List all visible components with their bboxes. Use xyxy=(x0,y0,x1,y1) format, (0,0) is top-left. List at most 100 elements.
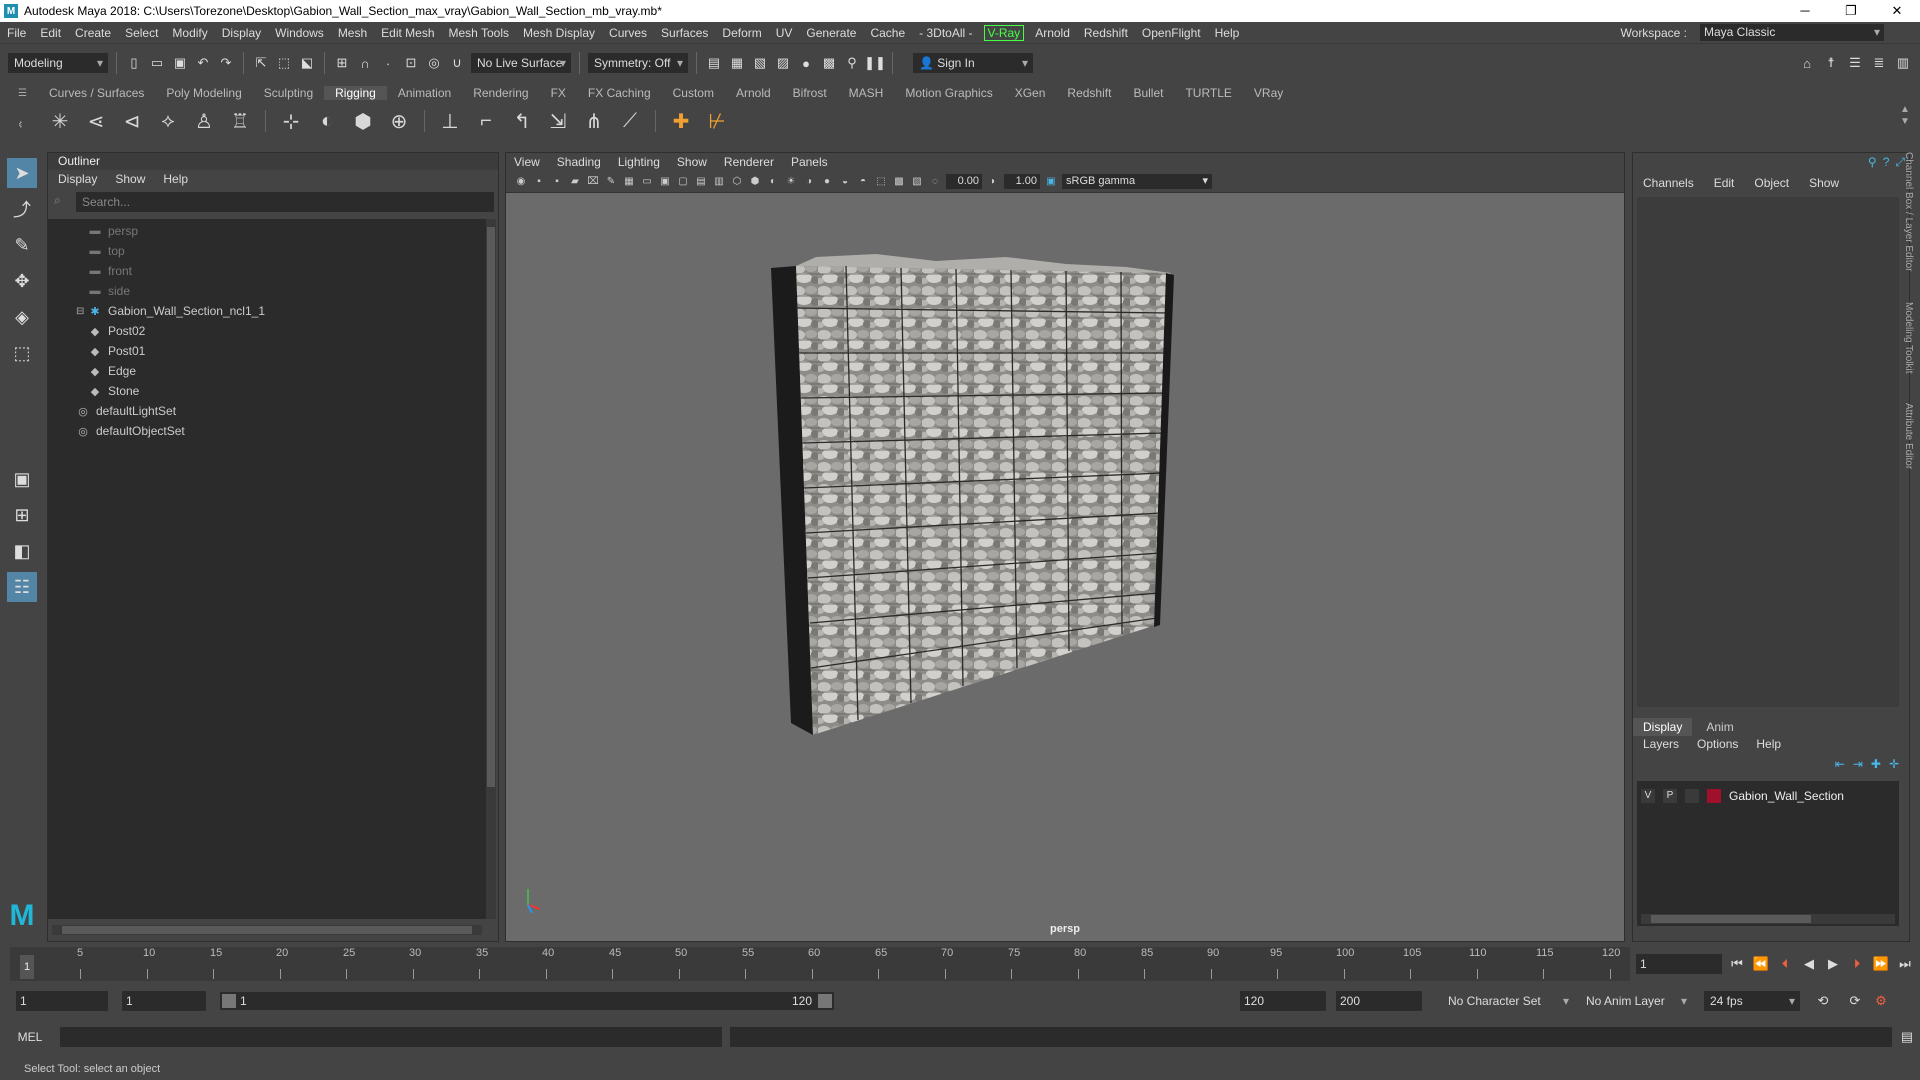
joint-tool-icon[interactable]: ✳ xyxy=(46,107,74,135)
paint-select-icon[interactable]: ✎ xyxy=(7,230,37,260)
layer-color-swatch[interactable] xyxy=(1707,789,1721,803)
tree-item-post01[interactable]: ◆ Post01 xyxy=(62,341,486,361)
menu-create[interactable]: Create xyxy=(68,26,118,40)
playback-end-field[interactable]: 120 xyxy=(1240,991,1326,1011)
play-backwards-icon[interactable]: ◀ xyxy=(1800,955,1818,973)
outliner-menu-show[interactable]: Show xyxy=(115,172,145,186)
tree-item-default-light-set[interactable]: ◎ defaultLightSet xyxy=(62,401,486,421)
light-editor-icon[interactable]: ⚲ xyxy=(843,54,861,72)
wrap-icon[interactable]: ⊕ xyxy=(385,107,413,135)
select-tool-icon[interactable]: ➤ xyxy=(7,158,37,188)
loop-icon[interactable]: ⟲ xyxy=(1814,992,1832,1010)
menu-modify[interactable]: Modify xyxy=(165,26,214,40)
toggle-channel-box-icon[interactable]: ▥ xyxy=(1894,54,1912,72)
tree-item-post02[interactable]: ◆ Post02 xyxy=(62,321,486,341)
shelf-tab-bifrost[interactable]: Bifrost xyxy=(782,86,838,100)
two-view-icon[interactable]: ◧ xyxy=(7,536,37,566)
ik-spline-icon[interactable]: ⊲ xyxy=(118,107,146,135)
snap-surface-icon[interactable]: ◎ xyxy=(425,54,443,72)
menu-edit-mesh[interactable]: Edit Mesh xyxy=(374,26,441,40)
menu-help[interactable]: Help xyxy=(1208,26,1247,40)
side-tab-channel-box[interactable]: Channel Box / Layer Editor xyxy=(1903,152,1914,272)
shelf-tab-bullet[interactable]: Bullet xyxy=(1122,86,1174,100)
time-slider[interactable]: 1 5 10 15 20 25 30 35 40 45 50 55 60 65 … xyxy=(10,947,1630,981)
render-view-icon[interactable]: ▤ xyxy=(705,54,723,72)
channel-menu-channels[interactable]: Channels xyxy=(1643,176,1694,190)
render-settings-icon[interactable]: ▨ xyxy=(774,54,792,72)
maximize-button[interactable]: ❐ xyxy=(1828,0,1874,22)
shelf-tab-rendering[interactable]: Rendering xyxy=(462,86,539,100)
select-component-icon[interactable]: ⬕ xyxy=(298,54,316,72)
menu-mesh-tools[interactable]: Mesh Tools xyxy=(442,26,516,40)
toggle-character-icon[interactable]: ☨ xyxy=(1822,54,1840,72)
shelf-tab-rigging[interactable]: Rigging xyxy=(324,86,387,100)
shelf-tab-sculpting[interactable]: Sculpting xyxy=(253,86,324,100)
menu-mesh[interactable]: Mesh xyxy=(331,26,374,40)
side-tab-modeling-toolkit[interactable]: Modeling Toolkit xyxy=(1903,302,1914,374)
anim-layer-dropdown[interactable]: No Anim Layer xyxy=(1580,991,1692,1011)
quick-rig-icon[interactable]: ♖ xyxy=(226,107,254,135)
step-back-frame-icon[interactable]: ⏴ xyxy=(1776,955,1794,973)
go-to-end-icon[interactable]: ⏭ xyxy=(1896,955,1914,973)
bind-skin-icon[interactable]: ⊹ xyxy=(277,107,305,135)
channel-menu-object[interactable]: Object xyxy=(1754,176,1789,190)
shelf-tab-animation[interactable]: Animation xyxy=(387,86,462,100)
cluster-icon[interactable]: ◐ xyxy=(313,107,341,135)
new-layer-selected-icon[interactable]: ✛ xyxy=(1889,757,1899,771)
outliner-search-input[interactable]: Search... xyxy=(76,192,494,212)
menu-3dtoall[interactable]: - 3DtoAll - xyxy=(912,26,979,40)
render-frame-icon[interactable]: ▦ xyxy=(728,54,746,72)
lattice-icon[interactable]: ⬢ xyxy=(349,107,377,135)
start-time-field[interactable]: 1 xyxy=(16,991,108,1011)
move-layer-up-icon[interactable]: ⇤ xyxy=(1835,757,1845,771)
aim-constraint-icon[interactable]: ⌐ xyxy=(472,107,500,135)
pause-icon[interactable]: ❚❚ xyxy=(864,54,886,72)
menu-deform[interactable]: Deform xyxy=(715,26,768,40)
scale-tool-icon[interactable]: ⬚ xyxy=(7,338,37,368)
range-slider-end-handle[interactable] xyxy=(818,994,832,1008)
character-set-dropdown[interactable]: No Character Set xyxy=(1442,991,1574,1011)
range-slider[interactable]: 1 120 xyxy=(220,992,834,1010)
render-setup-icon[interactable]: ▩ xyxy=(820,54,838,72)
shelf-tab-mash[interactable]: MASH xyxy=(838,86,895,100)
toggle-tool-settings-icon[interactable]: ≣ xyxy=(1870,54,1888,72)
anim-preferences-icon[interactable]: ⚙ xyxy=(1872,992,1890,1010)
shelf-tab-redshift[interactable]: Redshift xyxy=(1056,86,1122,100)
snap-curve-icon[interactable]: ∩ xyxy=(356,54,374,72)
rotate-tool-icon[interactable]: ◈ xyxy=(7,302,37,332)
menu-surfaces[interactable]: Surfaces xyxy=(654,26,715,40)
tree-item-persp[interactable]: ▬ persp xyxy=(62,221,486,241)
collapse-icon[interactable]: ⊟ xyxy=(76,306,88,317)
viewport-panel[interactable]: View Shading Lighting Show Renderer Pane… xyxy=(505,152,1625,942)
tree-item-default-object-set[interactable]: ◎ defaultObjectSet xyxy=(62,421,486,441)
layer-playback-toggle[interactable]: P xyxy=(1663,789,1677,803)
shelf-scroll-icon[interactable]: ▲ ▼ xyxy=(1900,104,1912,128)
menu-uv[interactable]: UV xyxy=(769,26,800,40)
mode-dropdown[interactable]: Modeling xyxy=(8,53,108,73)
point-constraint-icon[interactable]: ⊥ xyxy=(436,107,464,135)
menu-curves[interactable]: Curves xyxy=(602,26,654,40)
symmetry-dropdown[interactable]: Symmetry: Off xyxy=(588,53,688,73)
layer-visibility-toggle[interactable]: V xyxy=(1641,789,1655,803)
play-forwards-icon[interactable]: ▶ xyxy=(1824,955,1842,973)
tab-anim[interactable]: Anim xyxy=(1696,718,1743,736)
shelf-menu-icon[interactable]: ☰ xyxy=(18,88,30,100)
menu-edit[interactable]: Edit xyxy=(33,26,68,40)
end-time-field[interactable]: 200 xyxy=(1336,991,1422,1011)
move-layer-down-icon[interactable]: ⇥ xyxy=(1853,757,1863,771)
tree-item-edge[interactable]: ◆ Edge xyxy=(62,361,486,381)
toggle-modeling-toolkit-icon[interactable]: ⌂ xyxy=(1798,54,1816,72)
mel-label[interactable]: MEL xyxy=(0,1030,60,1044)
snap-grid-icon[interactable]: ⊞ xyxy=(333,54,351,72)
menu-file[interactable]: File xyxy=(0,26,33,40)
current-frame-marker[interactable]: 1 xyxy=(20,955,34,979)
command-input[interactable] xyxy=(60,1027,722,1047)
move-tool-icon[interactable]: ✥ xyxy=(7,266,37,296)
shelf-tab-curves-surfaces[interactable]: Curves / Surfaces xyxy=(38,86,155,100)
menu-windows[interactable]: Windows xyxy=(268,26,331,40)
new-layer-icon[interactable]: ✚ xyxy=(1871,757,1881,771)
menu-cache[interactable]: Cache xyxy=(863,26,912,40)
snap-point-icon[interactable]: ∙ xyxy=(379,54,397,72)
tree-item-stone[interactable]: ◆ Stone xyxy=(62,381,486,401)
gabion-wall-model[interactable] xyxy=(506,153,1624,941)
